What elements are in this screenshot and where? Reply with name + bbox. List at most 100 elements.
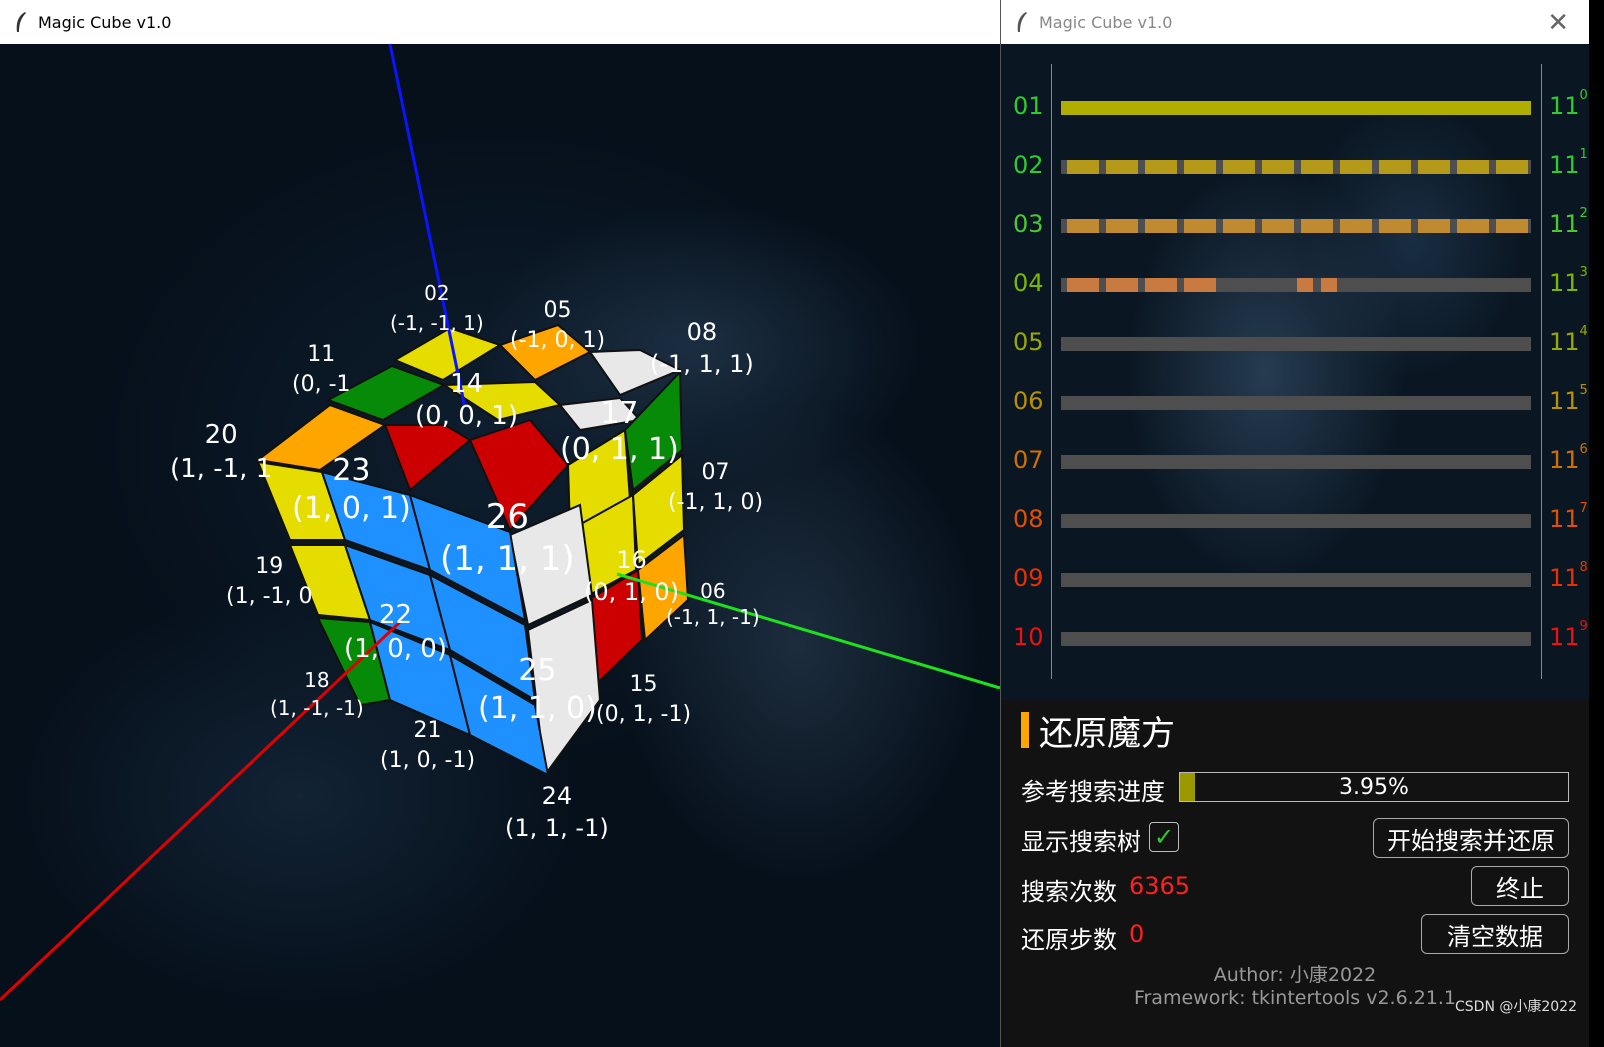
row-progress-segment — [1262, 219, 1294, 233]
row-progress-segment — [1457, 219, 1489, 233]
row-progress-segment — [1184, 219, 1216, 233]
start-search-button[interactable]: 开始搜索并还原 — [1373, 818, 1569, 858]
row-progress-track — [1061, 337, 1531, 351]
row-number: 01 — [1013, 92, 1044, 120]
row-progress-segment — [1379, 160, 1411, 174]
search-count-value: 6365 — [1129, 872, 1191, 900]
row-progress-segment — [1301, 160, 1333, 174]
show-tree-checkbox[interactable]: ✓ — [1149, 822, 1179, 852]
row-power-label: 118 — [1549, 560, 1588, 592]
row-progress-track — [1061, 396, 1531, 410]
row-progress-segment — [1106, 219, 1138, 233]
row-progress-segment — [1418, 160, 1450, 174]
row-power-label: 110 — [1549, 88, 1588, 120]
steps-value: 0 — [1129, 920, 1145, 948]
heading-accent — [1021, 712, 1029, 748]
row-number: 10 — [1013, 623, 1044, 651]
row-progress-segment — [1184, 278, 1216, 292]
row-progress-track — [1061, 219, 1531, 233]
cube-label-06: 06 (-1, 1, -1) — [666, 579, 760, 629]
cube-label-05: 05 (-1, 0, 1) — [510, 298, 606, 353]
row-progress-segment — [1457, 160, 1489, 174]
row-progress-segment — [1223, 160, 1255, 174]
search-tree-area: 01 110 02 111 03 112 04 113 05 114 06 115 07 116 08 117… — [1001, 44, 1589, 700]
watermark: CSDN @小康2022 — [1455, 999, 1577, 1015]
search-count-label: 搜索次数 — [1021, 878, 1117, 906]
left-window: Magic Cube v1.0 02 (-1, -1, 1) 05 (-1, 0… — [0, 0, 1000, 1047]
cube-label-19: 19 (1, -1, 0 — [226, 554, 313, 609]
row-progress-segment — [1340, 219, 1372, 233]
row-progress-segment — [1340, 160, 1372, 174]
row-progress-track — [1061, 455, 1531, 469]
right-divider — [1541, 64, 1542, 679]
check-icon: ✓ — [1153, 823, 1175, 851]
cube-label-21: 21 (1, 0, -1) — [380, 718, 476, 773]
row-progress-segment — [1184, 160, 1216, 174]
cube-label-20: 20 (1, -1, 1 — [170, 420, 273, 484]
row-power-label: 112 — [1549, 206, 1588, 238]
control-panel: 还原魔方 参考搜索进度 3.95% 显示搜索树 ✓ 开始搜索并还原 搜索次数 6… — [1001, 700, 1589, 1047]
row-progress-track — [1061, 573, 1531, 587]
cube-label-02: 02 (-1, -1, 1) — [390, 281, 484, 335]
feather-icon — [1017, 12, 1027, 32]
row-progress-segment — [1106, 160, 1138, 174]
row-progress-segment — [1301, 219, 1333, 233]
cube-label-22: 22 (1, 0, 0) — [344, 600, 447, 664]
row-progress-segment — [1297, 278, 1313, 292]
progress-bar: 3.95% — [1179, 772, 1569, 802]
row-power-label: 116 — [1549, 442, 1588, 474]
progress-label: 参考搜索进度 — [1021, 778, 1165, 806]
row-progress-track — [1061, 101, 1531, 115]
right-titlebar[interactable]: Magic Cube v1.0 ✕ — [1001, 0, 1589, 44]
row-progress-fill — [1061, 101, 1531, 115]
row-progress-segment — [1145, 278, 1177, 292]
row-progress-segment — [1067, 160, 1099, 174]
row-progress-segment — [1067, 219, 1099, 233]
row-number: 09 — [1013, 564, 1044, 592]
cube-label-14: 14 (0, 0, 1) — [415, 369, 518, 431]
row-progress-track — [1061, 632, 1531, 646]
cube-label-25: 25 (1, 1, 0) — [478, 653, 597, 726]
row-power-label: 119 — [1549, 619, 1588, 651]
row-power-label: 117 — [1549, 501, 1588, 533]
row-progress-segment — [1106, 278, 1138, 292]
row-progress-segment — [1321, 278, 1337, 292]
row-progress-segment — [1145, 219, 1177, 233]
row-number: 06 — [1013, 387, 1044, 415]
cube-label-08: 08 (-1, 1, 1) — [650, 318, 754, 378]
row-progress-segment — [1145, 160, 1177, 174]
row-power-label: 114 — [1549, 324, 1588, 356]
right-window-title: Magic Cube v1.0 — [1039, 12, 1173, 32]
row-progress-track — [1061, 514, 1531, 528]
show-tree-label: 显示搜索树 — [1021, 828, 1141, 856]
cube-label-23: 23 (1, 0, 1) — [292, 453, 411, 526]
cube-label-24: 24 (1, 1, -1) — [505, 782, 609, 842]
right-window: Magic Cube v1.0 ✕ 01 110 02 111 03 112 04 113 05… — [1000, 0, 1589, 1047]
row-power-label: 115 — [1549, 383, 1588, 415]
stop-button[interactable]: 终止 — [1471, 866, 1569, 906]
steps-label: 还原步数 — [1021, 926, 1117, 954]
row-progress-segment — [1223, 219, 1255, 233]
cube-label-07: 07 (-1, 1, 0) — [668, 460, 764, 515]
row-number: 03 — [1013, 210, 1044, 238]
author-text: Author: 小康2022 — [1213, 964, 1377, 986]
cube-label-11: 11 (0, -1 — [292, 342, 351, 397]
row-progress-segment — [1496, 160, 1528, 174]
close-icon[interactable]: ✕ — [1547, 8, 1569, 38]
row-progress-segment — [1496, 219, 1528, 233]
left-divider — [1051, 64, 1052, 679]
row-progress-segment — [1379, 219, 1411, 233]
cube-label-18: 18 (1, -1, -1) — [270, 668, 364, 720]
clear-data-button[interactable]: 清空数据 — [1421, 914, 1569, 954]
row-number: 07 — [1013, 446, 1044, 474]
row-number: 04 — [1013, 269, 1044, 297]
row-progress-track — [1061, 160, 1531, 174]
row-power-label: 111 — [1549, 147, 1588, 179]
row-power-label: 113 — [1549, 265, 1588, 297]
row-number: 05 — [1013, 328, 1044, 356]
row-progress-track — [1061, 278, 1531, 292]
row-progress-segment — [1418, 219, 1450, 233]
cube-label-15: 15 (0, 1, -1) — [596, 672, 692, 727]
panel-heading: 还原魔方 — [1039, 714, 1175, 754]
cube-label-17: 17 (0, 1, 1) — [560, 396, 679, 467]
